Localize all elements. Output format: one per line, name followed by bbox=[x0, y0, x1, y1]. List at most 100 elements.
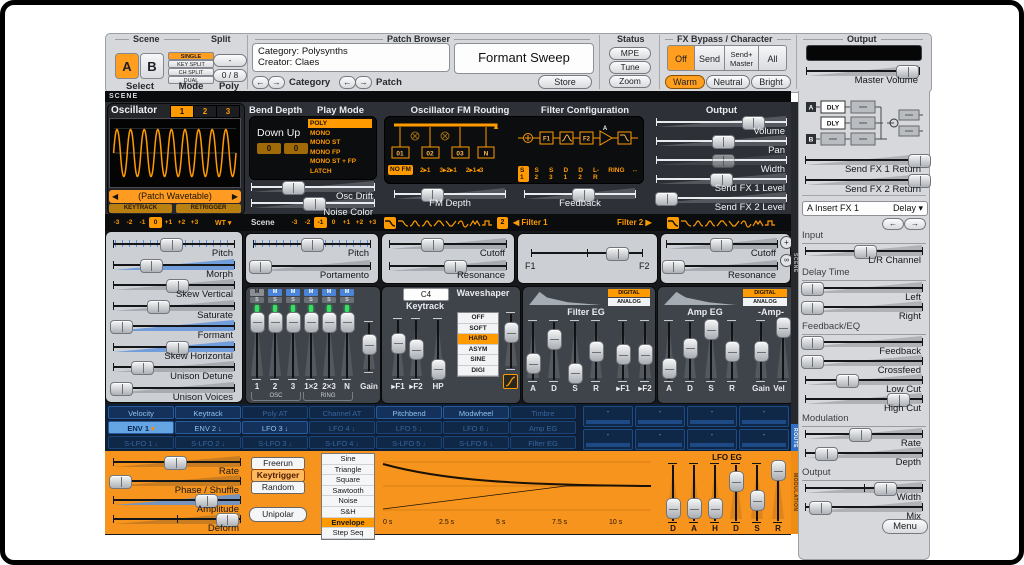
mixer-solo-noise[interactable]: S bbox=[340, 297, 354, 303]
play-mode-latch[interactable]: LATCH bbox=[308, 167, 372, 176]
mixer-solo-3[interactable]: S bbox=[286, 297, 300, 303]
filter-eg-decay-slider[interactable] bbox=[545, 320, 563, 382]
play-mode-mono-st-fp[interactable]: MONO ST + FP bbox=[308, 157, 372, 166]
filter-config-s2[interactable]: S 2 bbox=[532, 166, 543, 182]
lfo-amplitude-slider[interactable]: Amplitude bbox=[113, 494, 241, 514]
lfo-phase-slider[interactable]: Phase / Shuffle bbox=[113, 475, 241, 495]
mod-slot-cell[interactable]: - bbox=[583, 406, 633, 427]
keytrack-hp-slider[interactable] bbox=[429, 318, 447, 380]
amp-eg-sustain-slider[interactable] bbox=[702, 320, 720, 382]
category-next-button[interactable]: → bbox=[268, 76, 285, 89]
patch-name-box[interactable]: Formant Sweep bbox=[454, 43, 594, 74]
lfo-eg-hold-slider[interactable] bbox=[706, 463, 724, 523]
lfo-rate-slider[interactable]: Rate bbox=[113, 456, 241, 476]
fx-bypass-off[interactable]: Off bbox=[667, 45, 695, 71]
mixer-gain-slider[interactable] bbox=[360, 321, 378, 373]
mod-source-env1[interactable]: ENV 1▾ bbox=[108, 421, 174, 434]
mode-single[interactable]: SINGLE bbox=[168, 52, 214, 60]
filter2-type-icon[interactable] bbox=[716, 217, 728, 229]
mod-source-slfo1[interactable]: S-LFO 1↓ bbox=[108, 436, 174, 449]
filter2-resonance-slider[interactable]: Resonance bbox=[666, 260, 778, 280]
waveshaper-drive-slider[interactable] bbox=[502, 312, 520, 370]
mod-source-lfo4[interactable]: LFO 4↓ bbox=[309, 421, 375, 434]
filter1-type-icon[interactable] bbox=[445, 217, 457, 229]
lfo-eg-release-slider[interactable] bbox=[769, 463, 787, 523]
mod-source-lfo5[interactable]: LFO 5↓ bbox=[376, 421, 442, 434]
osc-octave-0[interactable]: 0 bbox=[149, 217, 162, 228]
lfo-eg-delay-slider[interactable] bbox=[664, 463, 682, 523]
filter1-subtype-button[interactable]: 2 bbox=[497, 217, 508, 229]
osc-tab-3[interactable]: 3 bbox=[216, 105, 240, 118]
mixer-mute-ring23[interactable]: M bbox=[322, 289, 336, 296]
amp-eg-analog-button[interactable]: ANALOG bbox=[743, 298, 787, 306]
filter1-cutoff-slider[interactable]: Cutoff bbox=[389, 238, 507, 258]
filter-config-s1[interactable]: S 1 bbox=[518, 166, 529, 182]
send-fx1-return-slider[interactable]: Send FX 1 Return bbox=[805, 154, 923, 174]
lfo-eg-decay-slider[interactable] bbox=[727, 463, 745, 523]
mixer-level-ring12-slider[interactable] bbox=[302, 314, 320, 380]
mod-slot-cell[interactable]: - bbox=[583, 429, 633, 450]
filter1-resonance-slider[interactable]: Resonance bbox=[389, 260, 507, 280]
mixer-mute-ring12[interactable]: M bbox=[304, 289, 318, 296]
filter2-type-icon[interactable] bbox=[764, 217, 776, 229]
mod-source-filter-eg[interactable]: Filter EG bbox=[510, 436, 576, 449]
filter1-type-icon[interactable] bbox=[421, 217, 433, 229]
mod-slot-cell[interactable]: - bbox=[739, 406, 789, 427]
filter-config-s3[interactable]: S 3 bbox=[547, 166, 558, 182]
mod-source-slfo5[interactable]: S-LFO 5↓ bbox=[376, 436, 442, 449]
wavetable-display[interactable] bbox=[109, 118, 241, 188]
store-button[interactable]: Store bbox=[538, 75, 592, 89]
zoom-button[interactable]: Zoom bbox=[609, 75, 651, 88]
tab-route[interactable]: ROUTE bbox=[791, 424, 798, 451]
mod-source-amp-eg[interactable]: Amp EG bbox=[510, 421, 576, 434]
master-volume-slider[interactable]: Master Volume bbox=[806, 65, 920, 85]
amp-eg-attack-slider[interactable] bbox=[660, 320, 678, 382]
scene-b-button[interactable]: B bbox=[140, 53, 164, 79]
send-fx1-level-slider[interactable]: Send FX 1 Level bbox=[656, 173, 787, 193]
scene-octave--1[interactable]: -1 bbox=[314, 217, 327, 228]
filter1-type-icon[interactable] bbox=[384, 217, 396, 229]
mod-slot-cell[interactable]: - bbox=[635, 406, 685, 427]
osc-octave-+3[interactable]: +3 bbox=[188, 217, 201, 228]
fx-lr-channel-slider[interactable]: L/R Channel bbox=[805, 245, 923, 265]
fx-slot-selector[interactable]: A Insert FX 1 Delay ▾ bbox=[802, 201, 928, 216]
skew-horizontal-slider[interactable]: Skew Horizontal bbox=[113, 341, 235, 361]
filter1-type-icon[interactable] bbox=[469, 217, 481, 229]
fx-mix-slider[interactable]: Mix bbox=[805, 501, 923, 521]
mixer-solo-ring23[interactable]: S bbox=[322, 297, 336, 303]
mixer-mute-1[interactable]: M bbox=[250, 289, 264, 296]
lfo-shape-sh[interactable]: S&H bbox=[322, 507, 374, 518]
amp-gain-slider[interactable] bbox=[752, 320, 770, 382]
amp-eg-digital-button[interactable]: DIGITAL bbox=[743, 289, 787, 297]
mod-slot-cell[interactable]: - bbox=[687, 429, 737, 450]
scene-octave-+2[interactable]: +2 bbox=[353, 217, 366, 228]
bend-up-value[interactable]: 0 bbox=[284, 143, 308, 154]
keytrack-root-note[interactable]: C4 bbox=[403, 288, 449, 301]
osc-tab-2[interactable]: 2 bbox=[193, 105, 217, 118]
unison-detune-slider[interactable]: Unison Detune bbox=[113, 361, 235, 381]
amp-velocity-slider[interactable] bbox=[774, 320, 792, 382]
filter-config-d1[interactable]: D 1 bbox=[561, 166, 573, 182]
waveshaper-off[interactable]: OFF bbox=[458, 313, 498, 324]
play-mode-mono[interactable]: MONO bbox=[308, 129, 372, 138]
mod-source-poly-at[interactable]: Poly AT bbox=[242, 406, 308, 419]
filter1-type-icon[interactable] bbox=[481, 217, 493, 229]
fx-mod-depth-slider[interactable]: Depth bbox=[805, 447, 923, 467]
mixer-mute-noise[interactable]: M bbox=[340, 289, 354, 296]
mod-source-keytrack[interactable]: Keytrack bbox=[175, 406, 241, 419]
osc-octave-+1[interactable]: +1 bbox=[162, 217, 175, 228]
patch-prev-button[interactable]: ← bbox=[339, 76, 356, 89]
filter-config-ring[interactable]: RING bbox=[606, 166, 626, 182]
split-value[interactable]: - bbox=[213, 54, 247, 67]
lfo-deform-slider[interactable]: Deform bbox=[113, 513, 241, 533]
filter2-type-icon[interactable] bbox=[704, 217, 716, 229]
scene-octave-0[interactable]: 0 bbox=[327, 217, 340, 228]
filter2-type-icon[interactable] bbox=[728, 217, 740, 229]
lfo-eg-sustain-slider[interactable] bbox=[748, 463, 766, 523]
scene-a-button[interactable]: A bbox=[115, 53, 139, 79]
mod-source-lfo6[interactable]: LFO 6↓ bbox=[443, 421, 509, 434]
filter1-type-icon[interactable] bbox=[397, 217, 409, 229]
fm-route-3to2to1[interactable]: 3▸2▸1 bbox=[437, 165, 458, 175]
mixer-solo-ring12[interactable]: S bbox=[304, 297, 318, 303]
filter2-type-icon[interactable] bbox=[752, 217, 764, 229]
